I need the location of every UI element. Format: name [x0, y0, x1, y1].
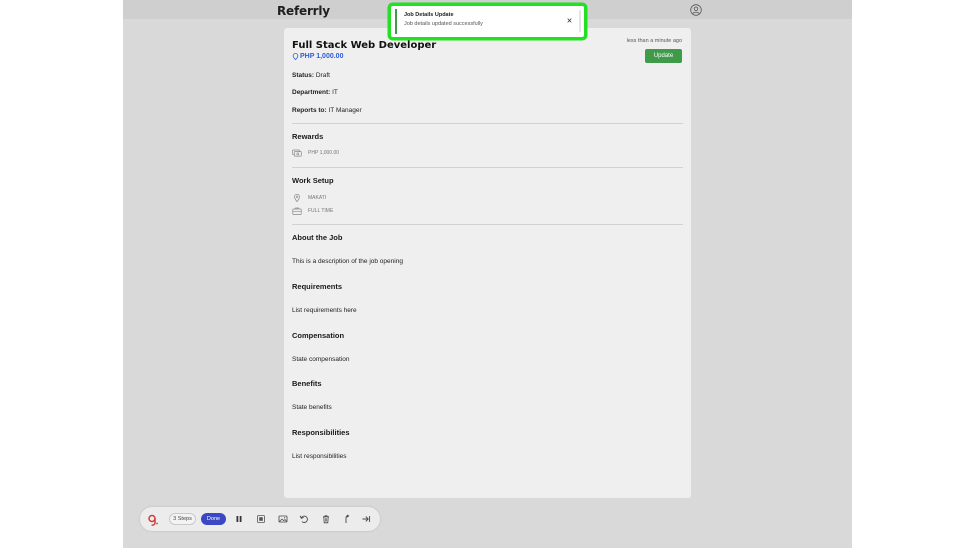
toast-message: Job details updated successfully	[404, 21, 483, 27]
divider	[292, 224, 683, 225]
pause-icon[interactable]	[234, 514, 244, 524]
requirements-text: List requirements here	[292, 307, 357, 314]
department-field: Department: IT	[292, 89, 338, 96]
job-details-card: Full Stack Web Developer PHP 1,000.00 le…	[284, 28, 691, 498]
user-avatar-icon[interactable]	[690, 3, 702, 16]
reward-cash-icon	[292, 149, 302, 157]
work-setup-heading: Work Setup	[292, 176, 334, 185]
update-button[interactable]: Update	[645, 49, 682, 63]
reports-to-field: Reports to: IT Manager	[292, 107, 362, 114]
status-label: Status:	[292, 72, 315, 79]
recorder-toolbar: 3 Steps Done	[140, 507, 380, 531]
trash-icon[interactable]	[321, 514, 331, 524]
image-icon[interactable]	[278, 514, 288, 524]
undo-icon[interactable]	[299, 514, 309, 524]
branch-arrow-icon[interactable]	[342, 514, 352, 524]
job-title: Full Stack Web Developer	[292, 40, 437, 51]
brand-logo[interactable]: Referrly	[277, 4, 330, 18]
rewards-heading: Rewards	[292, 132, 324, 141]
requirements-heading: Requirements	[292, 282, 343, 291]
location-row: MAKATI	[292, 194, 326, 202]
rewards-value: PHP 1,000.00	[308, 150, 340, 156]
skip-to-end-icon[interactable]	[361, 514, 371, 524]
stop-recording-icon[interactable]	[256, 514, 266, 524]
location-pin-icon	[294, 194, 300, 202]
responsibilities-heading: Responsibilities	[292, 428, 350, 437]
app-window: Referrly Full Stack Web Developer PHP 1,…	[123, 0, 852, 548]
last-updated-timestamp: less than a minute ago	[626, 38, 682, 44]
compensation-heading: Compensation	[292, 331, 345, 340]
responsibilities-text: List responsibilities	[292, 453, 347, 460]
close-icon[interactable]	[565, 16, 573, 24]
department-value: IT	[332, 89, 338, 96]
status-value: Draft	[315, 72, 330, 79]
about-heading: About the Job	[292, 233, 343, 242]
job-pay-amount: PHP 1,000.00	[300, 53, 344, 60]
divider	[292, 123, 683, 124]
success-toast: Job Details Update Job details updated s…	[391, 6, 584, 37]
employment-type: FULL TIME	[308, 208, 334, 214]
reports-to-value: IT Manager	[328, 107, 362, 114]
toast-accent-bar	[395, 9, 397, 34]
benefits-text: State benefits	[292, 404, 332, 411]
divider	[292, 167, 683, 168]
rewards-row: PHP 1,000.00	[292, 149, 339, 157]
toast-title: Job Details Update	[404, 12, 454, 18]
about-text: This is a description of the job opening	[292, 258, 403, 265]
pin-icon	[292, 53, 299, 60]
recorder-logo-icon	[147, 513, 158, 526]
status-field: Status: Draft	[292, 72, 330, 79]
job-pay: PHP 1,000.00	[292, 53, 343, 60]
toast-scrollbar[interactable]	[579, 10, 581, 32]
done-button[interactable]: Done	[201, 513, 226, 525]
reports-to-label: Reports to:	[292, 107, 327, 114]
benefits-heading: Benefits	[292, 379, 322, 388]
steps-count-pill[interactable]: 3 Steps	[169, 513, 196, 525]
briefcase-icon	[292, 207, 302, 215]
department-label: Department:	[292, 89, 331, 96]
employment-type-row: FULL TIME	[292, 207, 333, 215]
compensation-text: State compensation	[292, 356, 350, 363]
work-location: MAKATI	[308, 195, 327, 201]
